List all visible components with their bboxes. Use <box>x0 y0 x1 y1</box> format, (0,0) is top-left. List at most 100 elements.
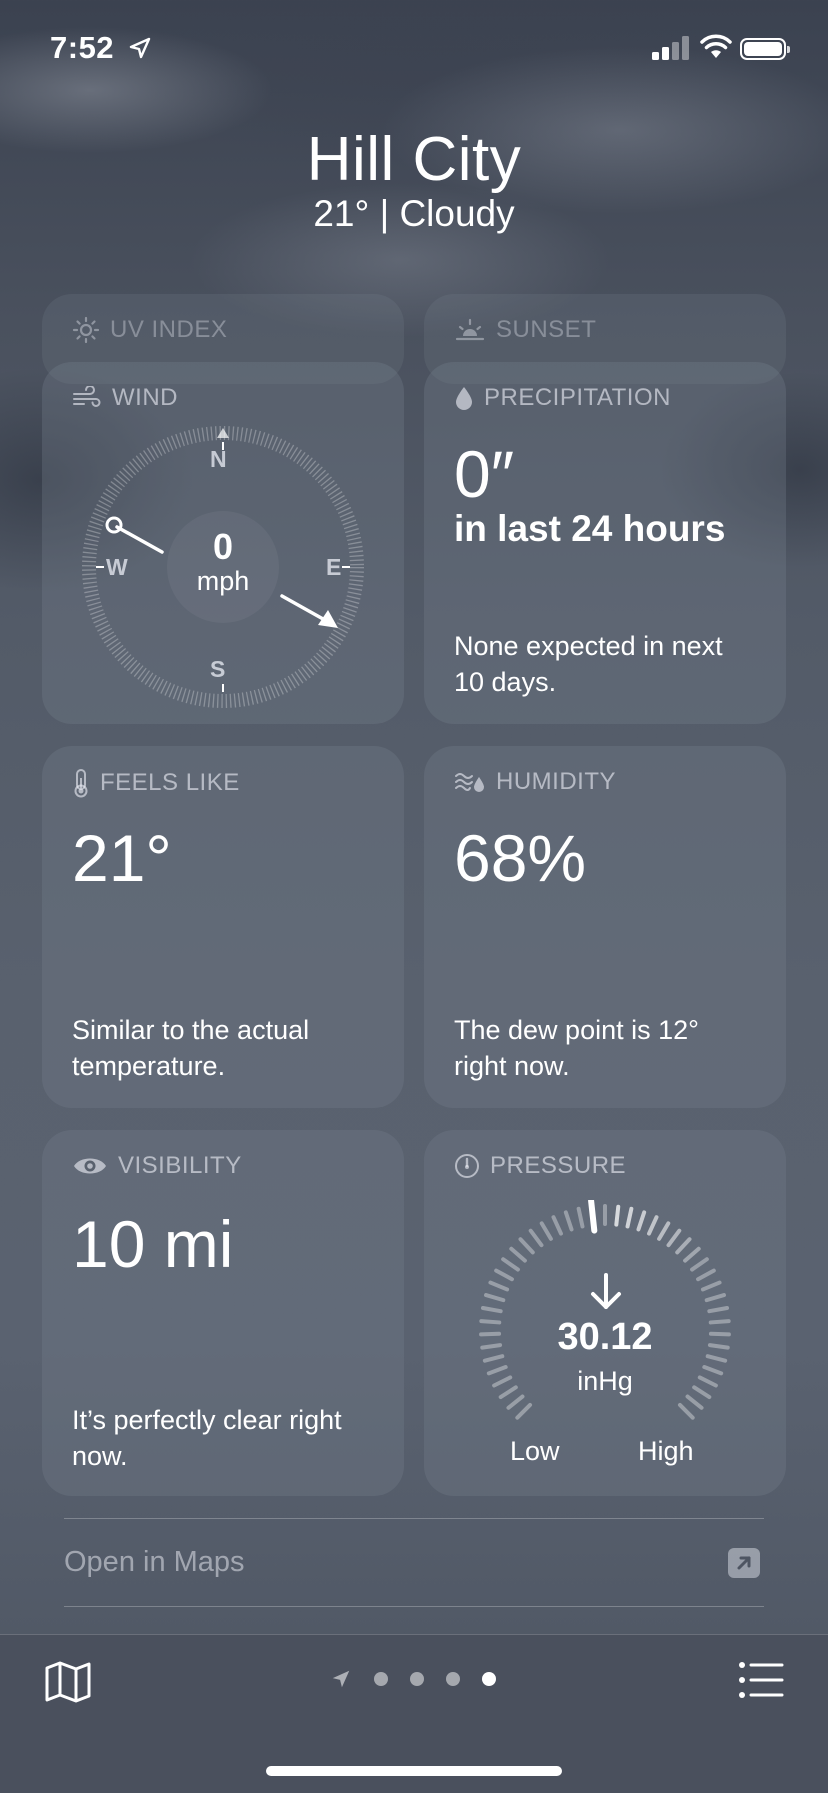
pressure-tick <box>704 1293 726 1303</box>
pressure-tick <box>482 1354 505 1363</box>
pressure-tick <box>685 1394 704 1410</box>
pressure-tick <box>697 1375 718 1388</box>
pressure-title: PRESSURE <box>490 1152 627 1179</box>
external-link-icon[interactable] <box>728 1548 760 1578</box>
sunset-icon <box>455 318 485 341</box>
feels-like-card[interactable]: FEELS LIKE 21° Similar to the actual tem… <box>42 746 404 1108</box>
compass-south: S <box>210 656 226 682</box>
drop-icon <box>456 387 472 410</box>
precipitation-card[interactable]: PRECIPITATION 0″ in last 24 hours None e… <box>424 362 786 724</box>
pressure-tick <box>700 1280 722 1292</box>
feels-like-title: FEELS LIKE <box>100 769 240 796</box>
precipitation-period: in last 24 hours <box>454 508 726 549</box>
pressure-tick <box>576 1206 585 1229</box>
pressure-tick <box>625 1206 634 1229</box>
pressure-tick <box>666 1228 682 1248</box>
wind-unit: mph <box>196 566 250 596</box>
page-indicator[interactable] <box>330 1668 496 1690</box>
pressure-tick <box>677 1402 695 1420</box>
pressure-tick <box>479 1319 502 1325</box>
visibility-card[interactable]: VISIBILITY 10 mi It’s perfectly clear ri… <box>42 1130 404 1496</box>
status-time: 7:52 <box>50 30 115 65</box>
pressure-tick <box>501 1257 520 1272</box>
compass-north: N <box>210 446 227 472</box>
humidity-note: The dew point is 12° right now. <box>454 1015 699 1081</box>
pressure-high-label: High <box>638 1436 694 1466</box>
pressure-tick <box>690 1257 709 1272</box>
pressure-tick <box>479 1331 502 1337</box>
wind-card[interactable]: WIND N E S W 0 mph <box>42 362 404 724</box>
sunset-title: SUNSET <box>496 316 597 343</box>
pressure-tick <box>702 1365 724 1376</box>
pressure-card[interactable]: PRESSURE 30.12 inHg Low High <box>424 1130 786 1496</box>
map-icon[interactable] <box>44 1660 92 1704</box>
location-arrow-icon[interactable] <box>330 1668 352 1690</box>
page-dot[interactable] <box>410 1672 424 1686</box>
signal-icon <box>652 36 689 60</box>
pressure-tick <box>528 1228 544 1248</box>
visibility-title: VISIBILITY <box>118 1152 242 1179</box>
sun-icon <box>72 316 100 344</box>
pressure-tick <box>518 1237 535 1255</box>
pressure-indicator <box>588 1200 598 1234</box>
page-dot[interactable] <box>446 1672 460 1686</box>
pressure-tick <box>708 1319 731 1325</box>
pressure-tick <box>498 1385 518 1400</box>
list-icon[interactable] <box>738 1660 784 1700</box>
precipitation-value: 0″ <box>454 437 515 511</box>
pressure-tick <box>696 1268 716 1282</box>
status-bar: 7:52 <box>0 0 828 100</box>
pressure-tick <box>707 1343 730 1350</box>
wifi-icon <box>700 34 732 58</box>
pressure-tick <box>488 1280 510 1292</box>
pressure-tick <box>484 1293 506 1303</box>
humidity-icon <box>455 773 484 792</box>
compass-west: W <box>106 554 128 580</box>
pressure-tick <box>657 1221 671 1241</box>
pressure-tick <box>506 1394 525 1410</box>
humidity-title: HUMIDITY <box>496 768 616 795</box>
pressure-tick <box>692 1385 712 1400</box>
pressure-unit: inHg <box>577 1366 633 1396</box>
pressure-tick <box>515 1402 533 1420</box>
divider <box>64 1606 764 1607</box>
eye-icon <box>74 1158 106 1174</box>
city-name: Hill City <box>306 125 522 194</box>
pressure-value: 30.12 <box>557 1316 653 1358</box>
humidity-value: 68% <box>454 821 587 895</box>
page-dot-active[interactable] <box>482 1672 496 1686</box>
pressure-tick <box>683 1246 701 1263</box>
pressure-tick <box>486 1365 508 1376</box>
divider <box>64 1518 764 1519</box>
battery-icon <box>740 38 790 60</box>
current-condition: 21° | Cloudy <box>313 193 515 234</box>
visibility-value: 10 mi <box>72 1207 234 1281</box>
pressure-tick <box>647 1215 659 1236</box>
pressure-tick <box>563 1210 574 1232</box>
humidity-card[interactable]: HUMIDITY 68% The dew point is 12° right … <box>424 746 786 1108</box>
pressure-tick <box>480 1343 503 1350</box>
pressure-tick <box>509 1246 527 1263</box>
visibility-note: It’s perfectly clear right now. <box>72 1405 342 1471</box>
wind-title: WIND <box>112 384 178 411</box>
wind-speed: 0 <box>212 526 234 567</box>
page-dot[interactable] <box>374 1672 388 1686</box>
pressure-tick <box>492 1375 513 1388</box>
pressure-tick <box>636 1210 647 1232</box>
pressure-tick <box>707 1305 730 1314</box>
open-in-maps-link[interactable]: Open in Maps <box>64 1546 245 1579</box>
compass-east: E <box>326 554 342 580</box>
home-indicator <box>266 1766 562 1776</box>
precipitation-note: None expected in next 10 days. <box>454 631 723 697</box>
pressure-tick <box>551 1215 563 1236</box>
pressure-tick <box>494 1268 514 1282</box>
pressure-low-label: Low <box>510 1436 560 1466</box>
precipitation-title: PRECIPITATION <box>484 384 671 411</box>
feels-like-value: 21° <box>72 821 172 895</box>
thermometer-icon <box>74 769 88 798</box>
pressure-tick <box>480 1305 503 1314</box>
pressure-tick <box>539 1221 553 1241</box>
gauge-icon <box>455 1154 479 1178</box>
pressure-tick <box>675 1237 692 1255</box>
location-arrow-icon <box>129 37 151 59</box>
